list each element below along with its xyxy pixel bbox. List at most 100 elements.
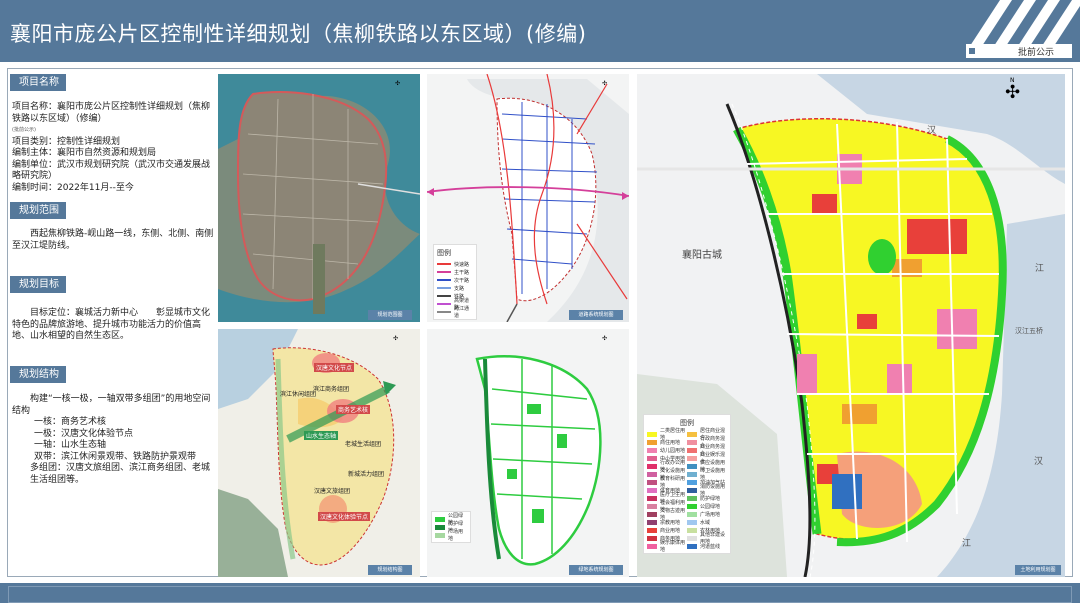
notice-badge: 批前公示	[966, 44, 1072, 58]
legend-item: 快速路	[437, 260, 473, 268]
section-heading-goal: 规划目标	[10, 276, 66, 293]
legend-label: 广场用地	[700, 511, 721, 518]
legend-swatch	[647, 495, 657, 501]
green-legend-rows: 公园绿地 防护绿地 广场用地	[435, 513, 467, 542]
legend-label: 水域	[700, 519, 711, 526]
legend-label: 次干路	[454, 277, 470, 284]
legend-item: 主干路	[437, 268, 473, 276]
legend-label: 快速路	[454, 261, 470, 268]
legend-item: 商业用地	[647, 526, 687, 534]
north-label: N	[1010, 77, 1015, 84]
legend-swatch	[647, 471, 657, 477]
structure-label: 汉唐文化体验节点	[318, 512, 371, 521]
legend-label: 商住用地	[660, 439, 681, 446]
legend-swatch	[687, 511, 697, 517]
project-line: 编制时间：2022年11月--至今	[12, 182, 134, 193]
legend-label: 广场用地	[448, 529, 464, 542]
legend-item: 文物古迹用地	[647, 508, 687, 521]
legend-swatch	[647, 511, 657, 517]
structure-caption: 规划结构图	[368, 565, 412, 575]
notice-square-icon	[969, 48, 975, 54]
section-heading-project: 项目名称	[10, 74, 66, 91]
map-road-label: 汉江五桥	[1015, 327, 1043, 335]
legend-swatch	[437, 295, 451, 297]
legend-label: 河道蓝线	[700, 543, 721, 550]
legend-swatch	[647, 519, 657, 525]
legend-swatch	[687, 543, 697, 549]
page-header: 襄阳市庞公片区控制性详细规划（焦柳铁路以东区域）(修编) 批前公示	[0, 0, 1080, 62]
structure-label: 汉唐文旅组团	[314, 488, 351, 495]
footer-frame	[8, 586, 1072, 603]
legend-swatch	[647, 527, 657, 533]
legend-item: 水域	[687, 518, 727, 526]
structure-line: 构建“一核一极，一轴双带多组团”的用地空间结构	[12, 394, 211, 416]
legend-swatch	[687, 519, 697, 525]
header-stripes-decoration	[970, 0, 1080, 46]
north-arrow-icon: ✣	[395, 80, 401, 87]
legend-swatch	[435, 532, 445, 538]
road-legend: 图例 快速路 主干路 次干路 支路 铁路 高架道路 跨江通道	[433, 244, 477, 320]
legend-swatch	[687, 471, 697, 477]
map-place-label: 襄阳古城	[682, 250, 722, 261]
info-sidebar: 项目名称 项目名称：襄阳市庞公片区控制性详细规划（焦柳铁路以东区域）（修编） (…	[10, 74, 215, 554]
land-use-panel: ✣ N 襄阳古城 汉 江 汉 江 汉江五桥 图例 二类居住用地 商住用地 幼儿园用地…	[637, 74, 1065, 577]
legend-swatch	[647, 479, 657, 485]
legend-item: 广场用地	[687, 510, 727, 518]
legend-item: 消防设施用地	[687, 484, 727, 497]
legend-label: 跨江通道	[454, 306, 470, 319]
section-text-project: 项目名称：襄阳市庞公片区控制性详细规划（焦柳铁路以东区域）（修编） (批前公示)…	[12, 102, 216, 194]
legend-label: 支路	[454, 285, 465, 292]
structure-line: 双带：滨江休闲景观带、铁路防护景观带	[34, 451, 197, 462]
legend-item: 支路	[437, 284, 473, 292]
legend-swatch	[435, 524, 445, 530]
project-line: 编制单位：武汉市规划研究院（武汉市交通发展战略研究院）	[12, 159, 211, 182]
legend-swatch	[687, 439, 697, 445]
legend-swatch	[647, 439, 657, 445]
structure-line: 一核：商务艺术核	[34, 417, 107, 427]
map-place-label: 汉	[927, 126, 937, 136]
legend-swatch	[647, 487, 657, 493]
structure-label: 汉唐文化节点	[314, 363, 355, 372]
legend-swatch	[437, 311, 451, 313]
green-caption: 绿地系统规划图	[569, 565, 623, 575]
legend-swatch	[647, 455, 657, 461]
legend-item: 娱乐康体用地	[647, 540, 687, 553]
legend-swatch	[687, 487, 697, 493]
legend-swatch	[647, 447, 657, 453]
legend-swatch	[437, 263, 451, 265]
legend-swatch	[437, 287, 451, 289]
legend-swatch	[435, 516, 445, 522]
legend-swatch	[437, 271, 451, 273]
legend-swatch	[687, 447, 697, 453]
project-note: (批前公示)	[12, 127, 36, 133]
structure-line: 多组团：汉唐文旅组团、滨江商务组团、老城生活组团等。	[30, 463, 211, 485]
land-use-caption: 土地利用规划图	[1015, 565, 1061, 575]
project-line: 编制主体：襄阳市自然资源和规划局	[12, 148, 157, 158]
section-heading-structure: 规划结构	[10, 366, 66, 383]
structure-line: 一轴：山水生态轴	[34, 440, 107, 450]
green-legend: 公园绿地 防护绿地 广场用地	[431, 511, 471, 543]
legend-swatch	[647, 503, 657, 509]
legend-swatch	[687, 463, 697, 469]
legend-item: 幼儿园用地	[647, 446, 687, 454]
section-text-structure: 构建“一核一极，一轴双带多组团”的用地空间结构 一核：商务艺术核 一极：汉唐文化…	[12, 394, 216, 486]
page-title: 襄阳市庞公片区控制性详细规划（焦柳铁路以东区域）(修编)	[10, 22, 587, 46]
legend-label: 主干路	[454, 269, 470, 276]
legend-item: 公园绿地	[687, 502, 727, 510]
section-heading-scope: 规划范围	[10, 202, 66, 219]
legend-item: 教育科研用地	[647, 476, 687, 489]
land-use-legend-columns: 二类居住用地 商住用地 幼儿园用地 中小学用地 行政办公用地 文化设施用地 教育科研用地 体育…	[647, 428, 727, 553]
legend-item: 次干路	[437, 276, 473, 284]
map-place-label: 江	[962, 539, 972, 549]
north-arrow-icon: ✣	[393, 335, 399, 342]
structure-label: 滨江商务组团	[313, 386, 350, 393]
structure-panel: ✣ 汉唐文化节点 商务艺术核 滨江商务组团 老城生活组团 山水生态轴 滨江休闲组…	[218, 329, 420, 577]
satellite-caption: 规划范围图	[368, 310, 412, 320]
legend-swatch	[687, 455, 697, 461]
legend-swatch	[687, 495, 697, 501]
structure-label: 山水生态轴	[304, 431, 339, 440]
legend-label: 幼儿园用地	[660, 447, 686, 454]
legend-swatch	[647, 463, 657, 469]
land-use-legend-right: 居住商业混合 行政商务混合 商业商务混合 商业娱乐混合 供应设施用地 环卫设施用地 加油加气…	[687, 428, 727, 550]
legend-item: 二类居住用地	[647, 428, 687, 441]
